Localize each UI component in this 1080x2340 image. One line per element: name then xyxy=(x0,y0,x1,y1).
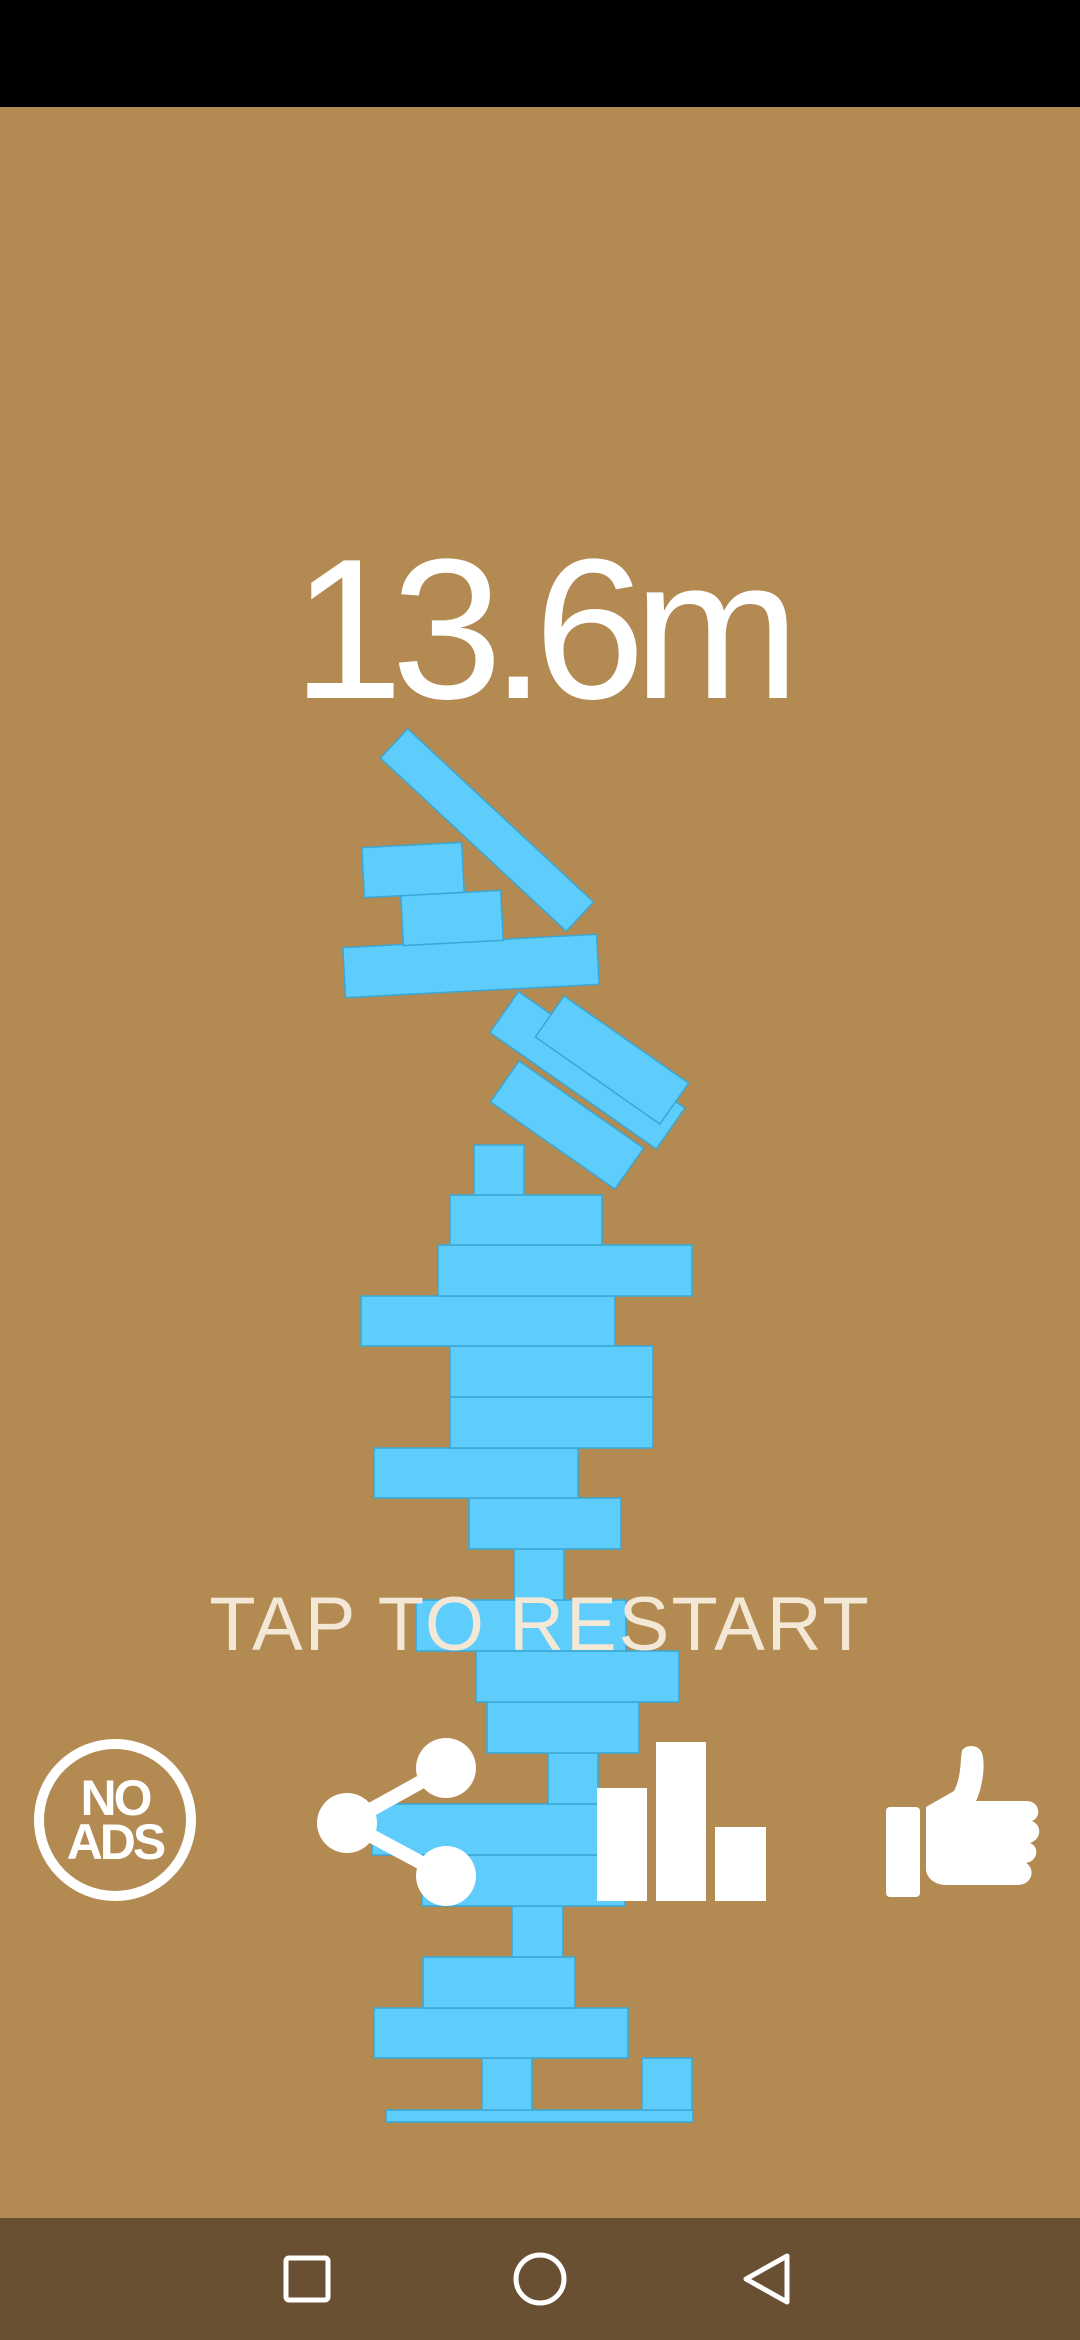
back-button[interactable] xyxy=(732,2244,802,2314)
tower-block xyxy=(547,1752,599,1805)
tower-block xyxy=(449,1345,654,1398)
tower-block xyxy=(468,1497,622,1550)
no-ads-line2: ADS xyxy=(66,1814,167,1870)
share-icon xyxy=(317,1738,476,1906)
home-button[interactable] xyxy=(505,2244,575,2314)
tower-block xyxy=(422,1956,576,2009)
tower-block xyxy=(473,1144,525,1196)
square-icon xyxy=(283,2255,331,2303)
tower-block xyxy=(360,1295,616,1347)
like-button[interactable] xyxy=(886,1745,1044,1897)
recents-button[interactable] xyxy=(272,2244,342,2314)
circle-icon xyxy=(513,2252,567,2306)
triangle-back-icon xyxy=(743,2253,790,2305)
tower-block xyxy=(373,1447,579,1499)
tower-block xyxy=(437,1244,693,1297)
tower-block xyxy=(641,2057,693,2111)
thumbs-up-icon xyxy=(886,1746,1040,1897)
tower-block xyxy=(449,1396,654,1449)
score-display: 13.6m xyxy=(292,518,800,741)
tower-block xyxy=(399,889,505,947)
tower-block xyxy=(511,1905,564,1958)
tower-block xyxy=(342,933,600,999)
share-button[interactable] xyxy=(315,1735,483,1907)
no-ads-button[interactable]: NO ADS xyxy=(33,1738,197,1902)
tower-block xyxy=(360,841,466,899)
tower-block xyxy=(385,2109,694,2123)
tower-block xyxy=(373,2007,629,2059)
tower-block xyxy=(449,1194,603,1246)
tower-block xyxy=(481,2057,533,2111)
navigation-bar xyxy=(0,2218,1080,2340)
tap-to-restart-label[interactable]: TAP TO RESTART xyxy=(0,1585,1080,1665)
leaderboard-button[interactable] xyxy=(596,1742,768,1901)
bar-chart-icon xyxy=(597,1742,766,1901)
block-tower xyxy=(342,727,694,2123)
